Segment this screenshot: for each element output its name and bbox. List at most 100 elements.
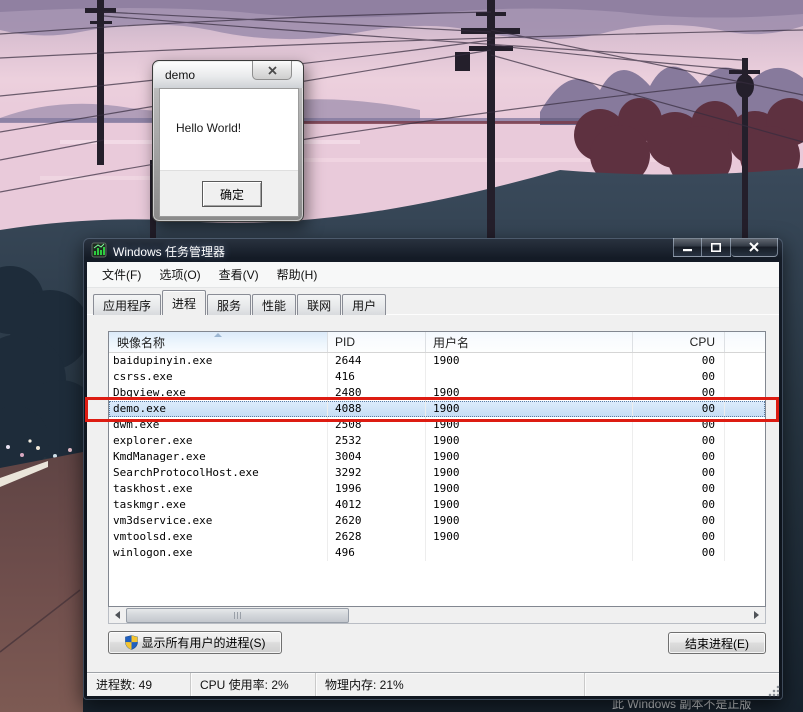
process-row-taskhost.exe[interactable]: taskhost.exe1996190000 bbox=[109, 481, 765, 497]
column-header-image-name[interactable]: 映像名称 bbox=[109, 332, 328, 352]
task-manager-window: Windows 任务管理器 文件( bbox=[83, 238, 783, 700]
process-row-csrss.exe[interactable]: csrss.exe41600 bbox=[109, 369, 765, 385]
column-header-user[interactable]: 用户名 bbox=[426, 332, 633, 352]
process-list[interactable]: 映像名称 PID 用户名 CPU baidupinyin.exe26441900… bbox=[108, 331, 766, 607]
process-user-cell: 1900 bbox=[426, 385, 633, 401]
menu-item-file[interactable]: 文件(F) bbox=[93, 262, 150, 287]
tab-strip: 应用程序进程服务性能联网用户 bbox=[93, 290, 387, 315]
process-row-vmtoolsd.exe[interactable]: vmtoolsd.exe2628190000 bbox=[109, 529, 765, 545]
process-cpu-cell: 00 bbox=[633, 545, 725, 561]
menu-item-view[interactable]: 查看(V) bbox=[210, 262, 268, 287]
process-user-cell: 1900 bbox=[426, 433, 633, 449]
maximize-button[interactable] bbox=[702, 238, 731, 257]
process-spacer-cell bbox=[725, 433, 765, 449]
demo-dialog-message-area: Hello World! bbox=[160, 89, 298, 170]
process-name-cell: baidupinyin.exe bbox=[109, 353, 328, 369]
column-header-cpu[interactable]: CPU bbox=[633, 332, 725, 352]
process-pid-cell: 2532 bbox=[328, 433, 426, 449]
menu-item-help[interactable]: 帮助(H) bbox=[268, 262, 327, 287]
task-manager-titlebar[interactable]: Windows 任务管理器 bbox=[83, 238, 783, 262]
process-user-cell: 1900 bbox=[426, 513, 633, 529]
maximize-icon bbox=[711, 243, 721, 252]
scrollbar-track[interactable] bbox=[126, 608, 748, 623]
process-row-SearchProtocolHost.exe[interactable]: SearchProtocolHost.exe3292190000 bbox=[109, 465, 765, 481]
process-user-cell: 1900 bbox=[426, 465, 633, 481]
process-spacer-cell bbox=[725, 513, 765, 529]
scroll-left-button[interactable] bbox=[109, 608, 126, 623]
process-user-cell: 1900 bbox=[426, 353, 633, 369]
process-user-cell: 1900 bbox=[426, 529, 633, 545]
task-manager-icon bbox=[91, 242, 107, 258]
process-row-baidupinyin.exe[interactable]: baidupinyin.exe2644190000 bbox=[109, 353, 765, 369]
process-name-cell: taskmgr.exe bbox=[109, 497, 328, 513]
status-spacer bbox=[585, 673, 779, 696]
process-user-cell bbox=[426, 369, 633, 385]
process-row-KmdManager.exe[interactable]: KmdManager.exe3004190000 bbox=[109, 449, 765, 465]
minimize-icon bbox=[683, 243, 692, 252]
tab-performance[interactable]: 性能 bbox=[252, 294, 296, 315]
end-process-button[interactable]: 结束进程(E) bbox=[668, 632, 766, 654]
process-name-cell: vm3dservice.exe bbox=[109, 513, 328, 529]
process-cpu-cell: 00 bbox=[633, 481, 725, 497]
ok-button[interactable]: 确定 bbox=[202, 181, 262, 207]
process-pid-cell: 496 bbox=[328, 545, 426, 561]
process-spacer-cell bbox=[725, 449, 765, 465]
horizontal-scrollbar[interactable] bbox=[108, 607, 766, 624]
status-bar: 进程数: 49 CPU 使用率: 2% 物理内存: 21% bbox=[87, 672, 779, 696]
demo-dialog-close-button[interactable] bbox=[252, 61, 292, 80]
process-user-cell: 1900 bbox=[426, 449, 633, 465]
tab-networking[interactable]: 联网 bbox=[297, 294, 341, 315]
menu-item-options[interactable]: 选项(O) bbox=[150, 262, 209, 287]
process-user-cell: 1900 bbox=[426, 401, 633, 417]
tab-services[interactable]: 服务 bbox=[207, 294, 251, 315]
process-user-cell: 1900 bbox=[426, 497, 633, 513]
close-icon bbox=[268, 66, 277, 75]
process-cpu-cell: 00 bbox=[633, 401, 725, 417]
process-pid-cell: 416 bbox=[328, 369, 426, 385]
process-list-body: baidupinyin.exe2644190000csrss.exe41600D… bbox=[109, 353, 765, 561]
tab-processes[interactable]: 进程 bbox=[162, 290, 206, 315]
close-button[interactable] bbox=[731, 238, 778, 257]
process-pid-cell: 2480 bbox=[328, 385, 426, 401]
column-header-pid[interactable]: PID bbox=[328, 332, 426, 352]
process-row-demo.exe[interactable]: demo.exe4088190000 bbox=[109, 401, 765, 417]
process-name-cell: dwm.exe bbox=[109, 417, 328, 433]
status-process-count: 进程数: 49 bbox=[87, 673, 191, 696]
demo-dialog-footer: 确定 bbox=[160, 170, 298, 216]
close-icon bbox=[749, 242, 759, 252]
process-row-Dbgview.exe[interactable]: Dbgview.exe2480190000 bbox=[109, 385, 765, 401]
process-row-vm3dservice.exe[interactable]: vm3dservice.exe2620190000 bbox=[109, 513, 765, 529]
process-cpu-cell: 00 bbox=[633, 353, 725, 369]
process-cpu-cell: 00 bbox=[633, 433, 725, 449]
tab-users[interactable]: 用户 bbox=[342, 294, 386, 315]
process-spacer-cell bbox=[725, 497, 765, 513]
desktop: 此 Windows 副本不是正版 demo Hello World! 确定 bbox=[0, 0, 803, 712]
window-title: Windows 任务管理器 bbox=[113, 243, 225, 260]
process-name-cell: Dbgview.exe bbox=[109, 385, 328, 401]
process-list-header: 映像名称 PID 用户名 CPU bbox=[109, 332, 765, 353]
tab-applications[interactable]: 应用程序 bbox=[93, 294, 161, 315]
window-controls bbox=[673, 238, 778, 258]
demo-dialog-client: Hello World! 确定 bbox=[159, 88, 299, 217]
column-header-spacer bbox=[725, 332, 765, 352]
menu-bar: 文件(F)选项(O)查看(V)帮助(H) bbox=[87, 262, 779, 288]
process-row-explorer.exe[interactable]: explorer.exe2532190000 bbox=[109, 433, 765, 449]
process-row-dwm.exe[interactable]: dwm.exe2508190000 bbox=[109, 417, 765, 433]
process-user-cell bbox=[426, 545, 633, 561]
sort-ascending-icon bbox=[214, 333, 222, 337]
process-row-taskmgr.exe[interactable]: taskmgr.exe4012190000 bbox=[109, 497, 765, 513]
processes-tab-page: 应用程序进程服务性能联网用户 映像名称 PID 用户名 CPU bbox=[87, 288, 779, 672]
process-cpu-cell: 00 bbox=[633, 385, 725, 401]
minimize-button[interactable] bbox=[673, 238, 702, 257]
scroll-right-button[interactable] bbox=[748, 608, 765, 623]
process-row-winlogon.exe[interactable]: winlogon.exe49600 bbox=[109, 545, 765, 561]
resize-grip[interactable] bbox=[768, 685, 780, 697]
process-user-cell: 1900 bbox=[426, 481, 633, 497]
uac-shield-icon bbox=[125, 635, 138, 650]
show-all-users-button[interactable]: 显示所有用户的进程(S) bbox=[108, 631, 282, 654]
process-cpu-cell: 00 bbox=[633, 529, 725, 545]
scrollbar-thumb[interactable] bbox=[126, 608, 349, 623]
demo-dialog-title: demo bbox=[165, 68, 195, 82]
process-spacer-cell bbox=[725, 369, 765, 385]
process-name-cell: demo.exe bbox=[109, 401, 328, 417]
